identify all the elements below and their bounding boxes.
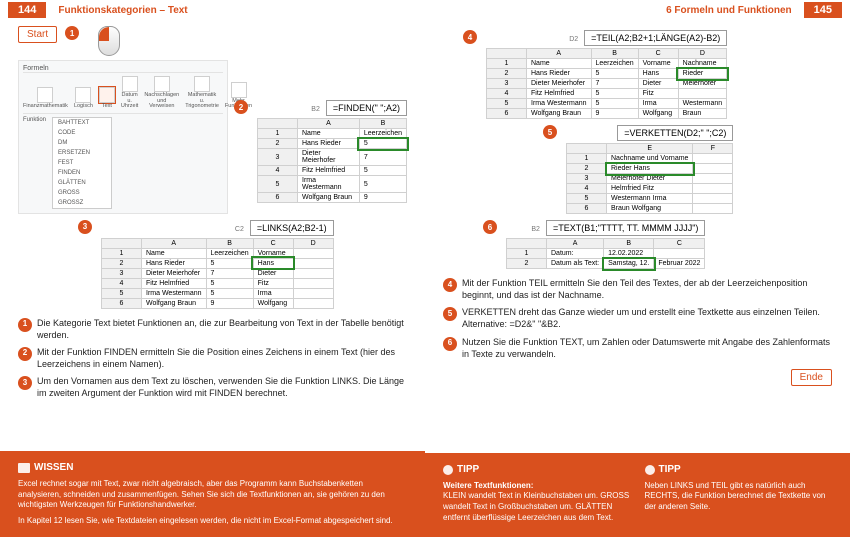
bulb-icon <box>645 465 655 475</box>
tipp2-text: Neben LINKS und TEIL gibt es natürlich a… <box>645 481 833 513</box>
step-marker-5: 5 <box>543 125 557 139</box>
tipp-title-2: TIPP <box>659 463 681 477</box>
desc-item: 5VERKETTEN dreht das Ganze wieder um und… <box>443 306 832 330</box>
tipp1-text: KLEIN wandelt Text in Kleinbuchstaben um… <box>443 491 631 523</box>
formula-6: =TEXT(B1;"TTTT, TT. MMMM JJJJ") <box>546 220 705 236</box>
left-page: 144 Funktionskategorien – Text Start 1 F… <box>0 0 425 537</box>
section-title-right: 6 Formeln und Funktionen <box>666 5 792 16</box>
mouse-icon <box>98 26 120 56</box>
tipp-box: TIPP Weitere Textfunktionen: KLEIN wande… <box>425 453 850 537</box>
ribbon-label: Funktion <box>23 117 46 123</box>
table-2: AB1NameLeerzeichen2Hans Rieder53Dieter M… <box>257 118 407 203</box>
step-marker-4: 4 <box>463 30 477 44</box>
wissen-title: WISSEN <box>34 461 73 475</box>
wissen-box: WISSEN Excel rechnet sogar mit Text, zwa… <box>0 451 425 537</box>
table-6: ABC1Datum:12.02.20222Datum als Text:Sams… <box>506 238 705 269</box>
step-marker-6: 6 <box>483 220 497 234</box>
page-number-left: 144 <box>8 2 46 18</box>
step-marker-2: 2 <box>234 100 248 114</box>
formula-3: =LINKS(A2;B2-1) <box>250 220 334 236</box>
desc-item: 3Um den Vornamen aus dem Text zu löschen… <box>18 375 407 399</box>
left-header: 144 Funktionskategorien – Text <box>0 0 425 20</box>
book-icon <box>18 463 30 473</box>
wissen-text-1: Excel rechnet sogar mit Text, zwar nicht… <box>18 479 407 511</box>
page-number-right: 145 <box>804 2 842 18</box>
ribbon-row: FinanzmathematikLogischTextDatum u. Uhrz… <box>23 76 223 114</box>
section-title-left: Funktionskategorien – Text <box>58 5 187 16</box>
step-marker-1: 1 <box>65 26 79 40</box>
text-function-menu[interactable]: BAHTTEXTCODEDMERSETZENFESTFINDENGLÄTTENG… <box>52 117 112 209</box>
step-marker-3: 3 <box>78 220 92 234</box>
table-3: ABCD1NameLeerzeichenVorname2Hans Rieder5… <box>101 238 334 309</box>
desc-item: 1Die Kategorie Text bietet Funktionen an… <box>18 317 407 341</box>
table-4: ABCD1NameLeerzeichenVornameNachname2Hans… <box>486 48 727 119</box>
wissen-text-2: In Kapitel 12 lesen Sie, wie Textdateien… <box>18 516 407 527</box>
right-page: 6 Formeln und Funktionen 145 4 D2=TEIL(A… <box>425 0 850 537</box>
right-header: 6 Formeln und Funktionen 145 <box>425 0 850 20</box>
start-button[interactable]: Start <box>18 26 57 43</box>
table-5: EF1Nachname und Vorname2Rieder Hans3Meie… <box>566 143 733 214</box>
desc-item: 4Mit der Funktion TEIL ermitteln Sie den… <box>443 277 832 301</box>
ende-button[interactable]: Ende <box>791 369 832 386</box>
ribbon-mock: Formeln FinanzmathematikLogischTextDatum… <box>18 60 228 214</box>
desc-item: 6Nutzen Sie die Funktion TEXT, um Zahlen… <box>443 336 832 360</box>
ribbon-tab: Formeln <box>23 65 223 73</box>
tipp1-head: Weitere Textfunktionen: <box>443 481 631 492</box>
desc-item: 2Mit der Funktion FINDEN ermitteln Sie d… <box>18 346 407 370</box>
formula-2: =FINDEN(" ";A2) <box>326 100 407 116</box>
formula-4: =TEIL(A2;B2+1;LÄNGE(A2)-B2) <box>584 30 727 46</box>
tipp-title-1: TIPP <box>457 463 479 477</box>
bulb-icon <box>443 465 453 475</box>
formula-5: =VERKETTEN(D2;" ";C2) <box>617 125 733 141</box>
